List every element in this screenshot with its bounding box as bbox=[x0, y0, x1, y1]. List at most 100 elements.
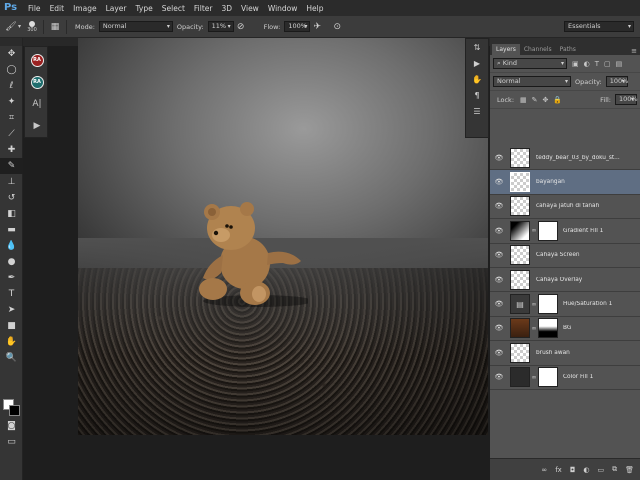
visibility-eye-icon[interactable]: 👁 bbox=[490, 202, 508, 210]
filter-type-icon[interactable]: T bbox=[595, 60, 599, 68]
action-button-2[interactable]: RA bbox=[28, 73, 46, 91]
brush-presets-icon[interactable]: ✋ bbox=[466, 71, 488, 87]
layer-row[interactable]: 👁 cahaya jatuh di tanah bbox=[490, 194, 640, 220]
play-action-button[interactable]: ▶ bbox=[28, 117, 46, 135]
lock-transparent-icon[interactable]: ▦ bbox=[520, 96, 527, 104]
mask-link-icon[interactable]: ∞ bbox=[530, 301, 538, 308]
brush-size-picker[interactable]: 300 bbox=[25, 19, 39, 35]
zoom-tool-icon[interactable]: 🔍 bbox=[0, 350, 23, 366]
gradient-tool-icon[interactable]: ▬ bbox=[0, 222, 23, 238]
opacity-field[interactable]: 11% bbox=[207, 21, 234, 32]
mode-select[interactable]: Normal bbox=[98, 21, 173, 32]
menu-window[interactable]: Window bbox=[268, 4, 298, 13]
filter-image-icon[interactable]: ▣ bbox=[572, 60, 579, 68]
type-tool-icon[interactable]: T bbox=[0, 286, 23, 302]
menu-select[interactable]: Select bbox=[162, 4, 185, 13]
lasso-tool-icon[interactable]: ℓ bbox=[0, 78, 23, 94]
filter-kind-select[interactable]: ⌕ Kind bbox=[493, 58, 567, 69]
menu-layer[interactable]: Layer bbox=[106, 4, 127, 13]
actions-panel-icon[interactable]: ▶ bbox=[466, 55, 488, 71]
eraser-tool-icon[interactable]: ◧ bbox=[0, 206, 23, 222]
layer-style-icon[interactable]: fx bbox=[555, 466, 562, 474]
layer-row[interactable]: 👁 ▤ ∞ Hue/Saturation 1 bbox=[490, 292, 640, 317]
blend-mode-select[interactable]: Normal bbox=[493, 76, 571, 87]
airbrush-icon[interactable]: ✈ bbox=[310, 20, 324, 34]
lock-all-icon[interactable]: 🔒 bbox=[553, 96, 562, 104]
layer-row[interactable]: 👁 ∞ Gradient Fill 1 bbox=[490, 219, 640, 244]
tab-channels[interactable]: Channels bbox=[520, 44, 556, 55]
new-layer-icon[interactable]: ⧉ bbox=[612, 465, 617, 474]
new-group-icon[interactable]: ▭ bbox=[597, 466, 604, 474]
visibility-eye-icon[interactable]: 👁 bbox=[490, 300, 508, 308]
magic-wand-tool-icon[interactable]: ✦ bbox=[0, 94, 23, 110]
healing-brush-tool-icon[interactable]: ✚ bbox=[0, 142, 23, 158]
panel-menu-icon[interactable]: ≡ bbox=[631, 47, 637, 55]
visibility-eye-icon[interactable]: 👁 bbox=[490, 154, 508, 162]
toolbox-grip[interactable] bbox=[0, 38, 22, 46]
menu-image[interactable]: Image bbox=[73, 4, 97, 13]
rectangle-tool-icon[interactable]: ■ bbox=[0, 318, 23, 334]
clone-stamp-tool-icon[interactable]: ⊥ bbox=[0, 174, 23, 190]
mask-link-icon[interactable]: ∞ bbox=[530, 325, 538, 332]
layer-row[interactable]: 👁 Cahaya Screen bbox=[490, 243, 640, 268]
move-tool-icon[interactable]: ✥ bbox=[0, 46, 23, 62]
fill-field[interactable]: 100% bbox=[615, 94, 638, 105]
screen-mode-icon[interactable]: ▭ bbox=[0, 434, 23, 450]
visibility-eye-icon[interactable]: 👁 bbox=[490, 251, 508, 259]
menu-help[interactable]: Help bbox=[306, 4, 323, 13]
filter-shape-icon[interactable]: ▢ bbox=[604, 60, 611, 68]
brush-tool-preset-icon[interactable]: 🖌 bbox=[4, 20, 18, 34]
menu-type[interactable]: Type bbox=[136, 4, 153, 13]
tab-layers[interactable]: Layers bbox=[492, 44, 520, 55]
menu-filter[interactable]: Filter bbox=[194, 4, 213, 13]
path-selection-tool-icon[interactable]: ➤ bbox=[0, 302, 23, 318]
blur-tool-icon[interactable]: 💧 bbox=[0, 238, 23, 254]
visibility-eye-icon[interactable]: 👁 bbox=[490, 227, 508, 235]
marquee-tool-icon[interactable]: ◯ bbox=[0, 62, 23, 78]
layer-row[interactable]: 👁 ∞ Color Fill 1 bbox=[490, 365, 640, 390]
eyedropper-tool-icon[interactable]: ⟋ bbox=[0, 126, 23, 142]
add-mask-icon[interactable]: ◘ bbox=[570, 466, 576, 474]
layer-mask-thumbnail[interactable] bbox=[538, 220, 558, 241]
mask-link-icon[interactable]: ∞ bbox=[530, 374, 538, 381]
layer-mask-thumbnail[interactable] bbox=[538, 294, 558, 315]
menu-edit[interactable]: Edit bbox=[50, 4, 65, 13]
filter-adjust-icon[interactable]: ◐ bbox=[584, 60, 590, 68]
chevron-down-icon[interactable]: ▾ bbox=[18, 23, 21, 30]
document-canvas[interactable] bbox=[78, 38, 488, 435]
pen-tool-icon[interactable]: ✒ bbox=[0, 270, 23, 286]
layer-row[interactable]: 👁 brush awan bbox=[490, 341, 640, 366]
visibility-eye-icon[interactable]: 👁 bbox=[490, 349, 508, 357]
filter-smart-icon[interactable]: ▤ bbox=[616, 60, 623, 68]
character-panel-button[interactable]: A| bbox=[28, 95, 46, 113]
adjustment-layer-icon[interactable]: ◐ bbox=[583, 466, 589, 474]
layer-mask-thumbnail[interactable] bbox=[538, 367, 558, 388]
background-color-swatch[interactable] bbox=[9, 405, 20, 416]
layer-row[interactable]: 👁 teddy_bear_03_by_doku_st... bbox=[490, 146, 640, 171]
layer-mask-thumbnail[interactable] bbox=[538, 318, 558, 339]
workspace-select[interactable]: Essentials bbox=[564, 21, 634, 32]
menu-3d[interactable]: 3D bbox=[221, 4, 232, 13]
visibility-eye-icon[interactable]: 👁 bbox=[490, 324, 508, 332]
lock-pixels-icon[interactable]: ✎ bbox=[532, 96, 538, 104]
delete-layer-icon[interactable]: 🗑 bbox=[625, 466, 634, 474]
pressure-opacity-icon[interactable]: ⊘ bbox=[234, 20, 248, 34]
menu-file[interactable]: File bbox=[28, 4, 41, 13]
layer-row[interactable]: 👁 bayangan bbox=[490, 170, 640, 195]
flow-field[interactable]: 100% bbox=[284, 21, 311, 32]
history-brush-tool-icon[interactable]: ↺ bbox=[0, 190, 23, 206]
history-panel-icon[interactable]: ⇅ bbox=[466, 39, 488, 55]
dodge-tool-icon[interactable]: ● bbox=[0, 254, 23, 270]
visibility-eye-icon[interactable]: 👁 bbox=[490, 276, 508, 284]
brush-panel-icon[interactable]: ▦ bbox=[48, 20, 62, 34]
layer-row[interactable]: 👁 ∞ BG bbox=[490, 316, 640, 342]
link-layers-icon[interactable]: ∞ bbox=[541, 466, 547, 474]
properties-panel-icon[interactable]: ☰ bbox=[466, 103, 488, 119]
mask-link-icon[interactable]: ∞ bbox=[530, 227, 538, 234]
brush-tool-icon[interactable]: ✎ bbox=[0, 158, 23, 174]
layer-opacity-field[interactable]: 100% bbox=[605, 76, 628, 87]
paragraph-panel-icon[interactable]: ¶ bbox=[466, 87, 488, 103]
lock-position-icon[interactable]: ✥ bbox=[543, 96, 549, 104]
menu-view[interactable]: View bbox=[241, 4, 259, 13]
pressure-size-icon[interactable]: ⊙ bbox=[330, 20, 344, 34]
